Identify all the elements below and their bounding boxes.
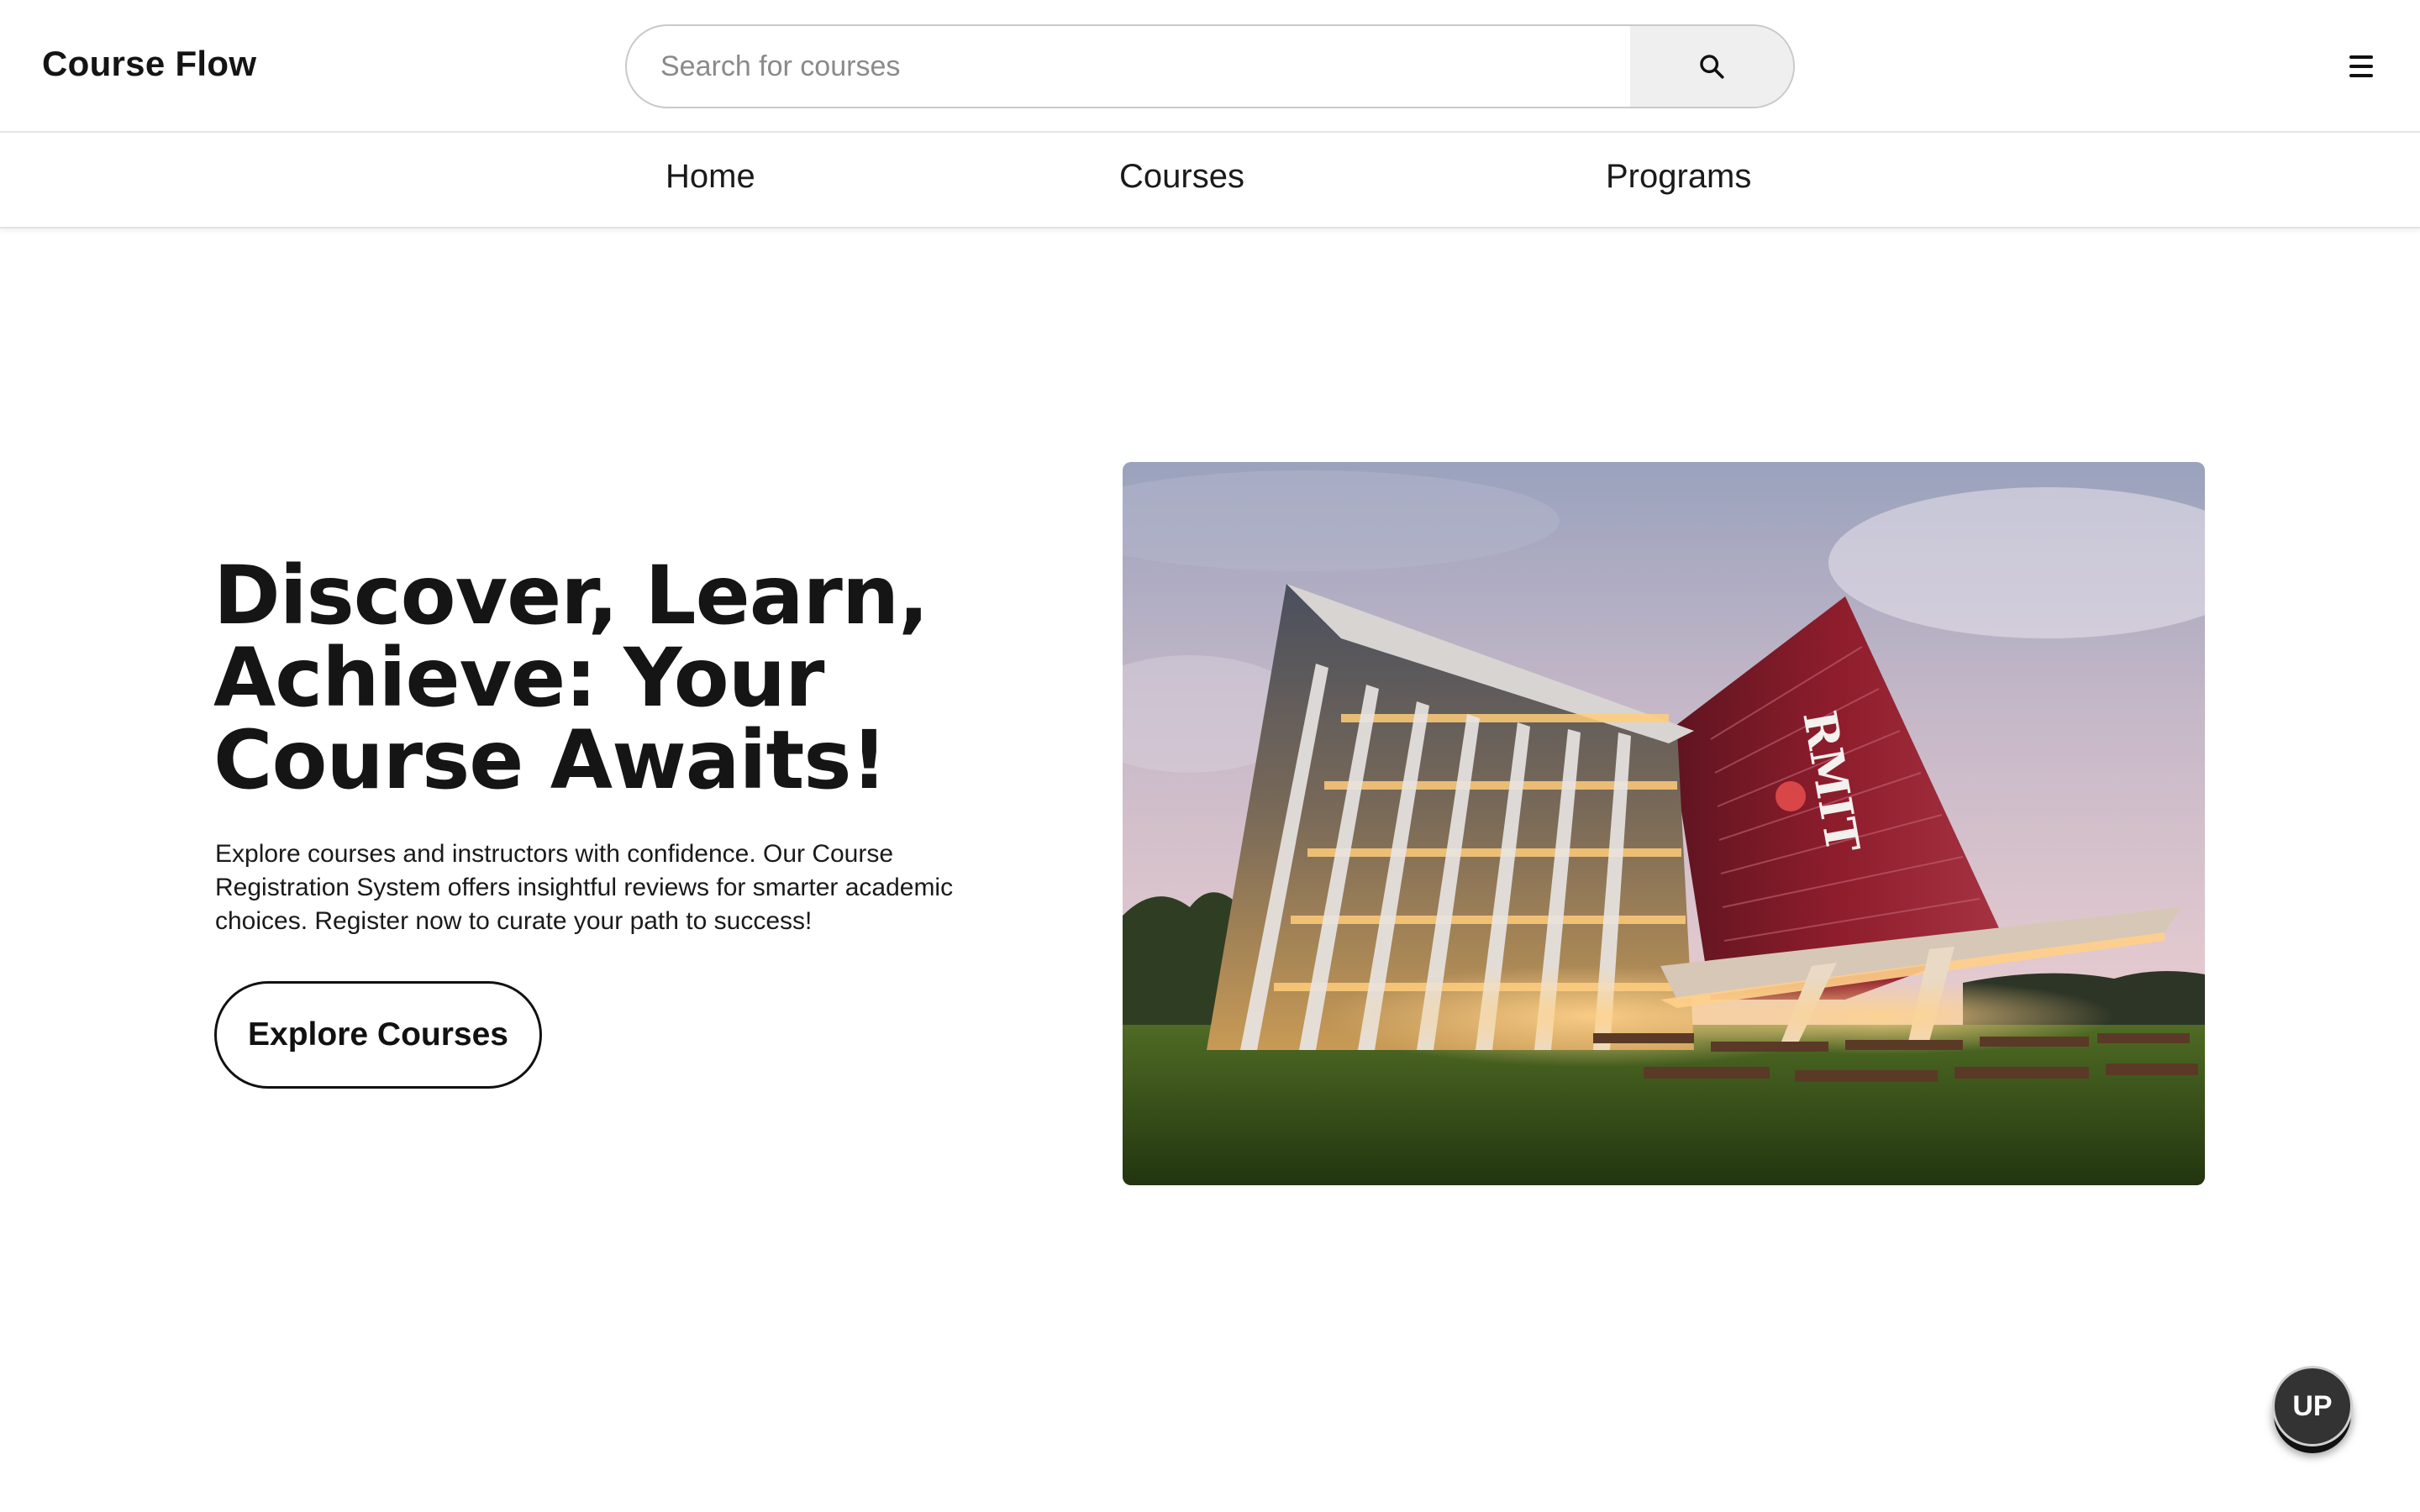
search-bar [625, 24, 1795, 108]
nav-link-programs[interactable]: Programs [1606, 158, 1751, 196]
hero-title-line: Course Awaits! [213, 713, 887, 807]
hero-title-line: Achieve: Your [213, 631, 824, 725]
brand-logo-text[interactable]: Course Flow [42, 44, 256, 84]
hamburger-menu-icon-bar [2349, 74, 2373, 77]
hero-title-line: Discover, Learn, [213, 549, 929, 643]
nav-link-home[interactable]: Home [666, 158, 755, 196]
search-button[interactable] [1630, 26, 1793, 107]
hero-title: Discover, Learn, Achieve: Your Course Aw… [213, 554, 1054, 801]
hero-campus-image: RMIT [1123, 462, 2205, 1185]
scroll-to-top-button[interactable]: UP [2272, 1366, 2353, 1446]
hamburger-menu-button[interactable] [2349, 52, 2380, 81]
top-header: Course Flow [0, 0, 2420, 133]
hero-description: Explore courses and instructors with con… [215, 840, 954, 935]
main-nav: Home Courses Programs [0, 133, 2420, 228]
hamburger-menu-icon-bar [2349, 65, 2373, 68]
search-icon [1700, 55, 1724, 79]
explore-courses-button[interactable]: Explore Courses [214, 981, 542, 1089]
nav-link-courses[interactable]: Courses [1119, 158, 1244, 196]
hamburger-menu-icon-bar [2349, 55, 2373, 59]
search-input[interactable] [627, 26, 1630, 107]
campus-building-illustration: RMIT [1123, 462, 2205, 1185]
